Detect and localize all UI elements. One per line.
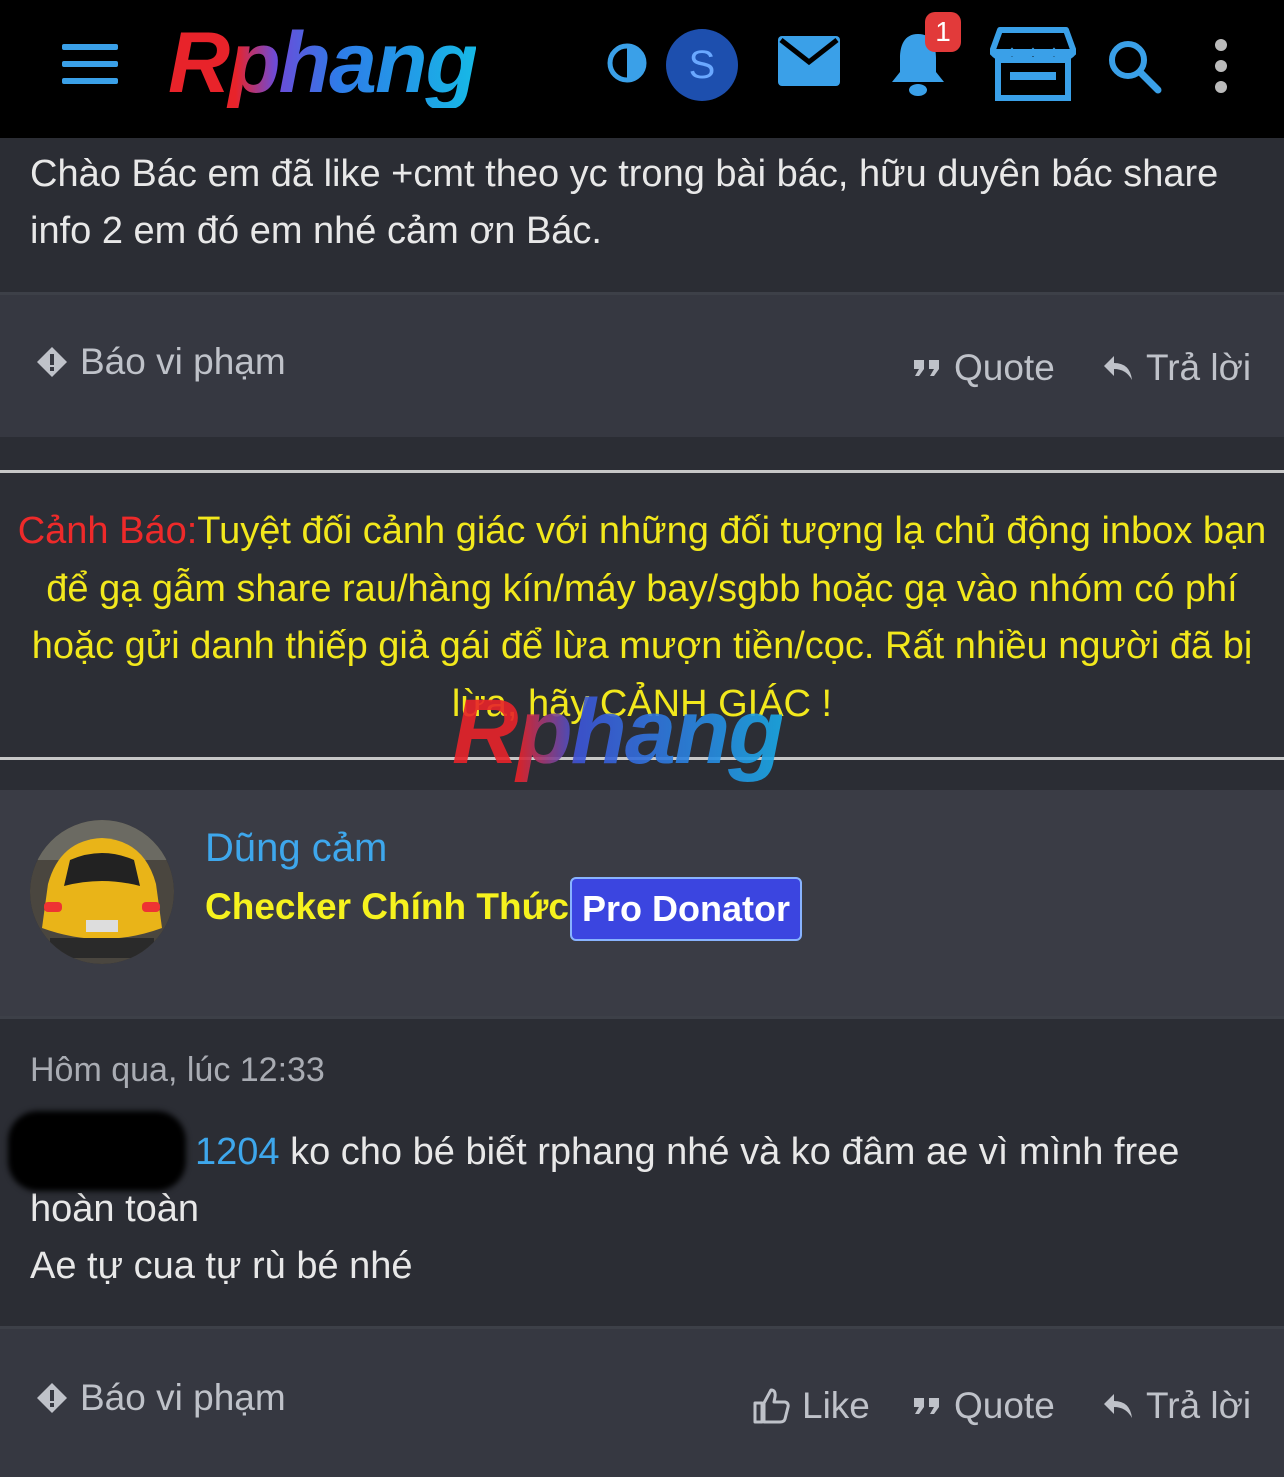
report-button[interactable]: Báo vi phạm (36, 341, 286, 383)
quote-icon (914, 360, 939, 376)
search-icon[interactable] (1106, 38, 1162, 94)
post-body: Hôm qua, lúc 12:33 1204 ko cho bé biết r… (0, 1019, 1284, 1329)
account-avatar[interactable]: S (666, 29, 738, 101)
pro-donator-badge: Pro Donator (570, 877, 802, 941)
store-icon[interactable] (990, 24, 1076, 102)
quote-label: Quote (954, 1385, 1055, 1426)
car-avatar-image (30, 820, 174, 964)
reply-icon (1104, 356, 1132, 380)
like-label: Like (802, 1385, 870, 1426)
post-timestamp[interactable]: Hôm qua, lúc 12:33 (30, 1051, 325, 1090)
warning-icon (37, 347, 67, 377)
warning-icon (37, 1383, 67, 1413)
reply-button[interactable]: Trả lời (1102, 1385, 1251, 1427)
user-avatar[interactable] (30, 820, 174, 964)
warning-title: Cảnh Báo: (17, 510, 198, 552)
quote-icon (914, 1398, 939, 1414)
user-rank-title: Checker Chính Thức (205, 886, 569, 927)
redacted-mention-overlay (8, 1111, 186, 1191)
site-logo[interactable]: Rphang (168, 18, 478, 108)
report-button[interactable]: Báo vi phạm (36, 1377, 286, 1419)
rphang-watermark: Rphang (452, 681, 784, 783)
message-line: hoàn toàn (30, 1188, 200, 1230)
reply-label: Trả lời (1146, 347, 1252, 388)
report-label: Báo vi phạm (80, 341, 286, 382)
report-label: Báo vi phạm (80, 1377, 286, 1418)
quote-button[interactable]: Quote (912, 347, 1055, 389)
thumbs-up-icon (753, 1388, 790, 1424)
theme-toggle-icon[interactable] (606, 42, 648, 84)
message-line: ko cho bé biết rphang nhé và ko đâm ae v… (279, 1131, 1180, 1173)
quote-button[interactable]: Quote (912, 1385, 1055, 1427)
hamburger-menu-icon[interactable] (62, 44, 118, 84)
quote-label: Quote (954, 347, 1055, 388)
like-button[interactable]: Like (752, 1385, 870, 1427)
post-message: 1204 ko cho bé biết rphang nhé và ko đâm… (30, 1124, 1260, 1295)
notification-count-badge: 1 (925, 12, 961, 52)
message-line: Ae tự cua tự rù bé nhé (30, 1245, 413, 1287)
reply-button[interactable]: Trả lời (1102, 347, 1251, 389)
reply-icon (1104, 1394, 1132, 1418)
user-mention-link[interactable]: 1204 (195, 1131, 280, 1173)
more-options-icon[interactable] (1210, 38, 1232, 94)
top-navigation-bar: Rphang S 1 (0, 0, 1284, 138)
reply-label: Trả lời (1146, 1385, 1252, 1426)
username[interactable]: Dũng cảm (205, 826, 387, 871)
post-action-bar: Báo vi phạm Like Quote Trả lời (0, 1329, 1284, 1477)
post-action-bar: Báo vi phạm Quote Trả lời (0, 295, 1284, 437)
post-author-block: Dũng cảm Checker Chính Thức Pro Donator (0, 790, 1284, 1016)
post-message: Chào Bác em đã like +cmt theo yc trong b… (30, 153, 1219, 252)
mail-icon[interactable] (778, 36, 840, 86)
